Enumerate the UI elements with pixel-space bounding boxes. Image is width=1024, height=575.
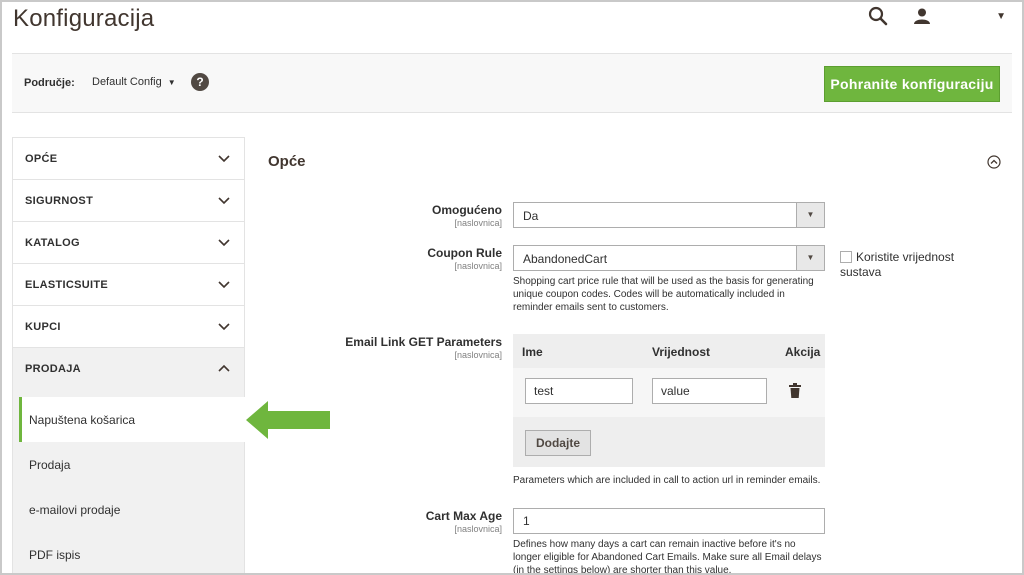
use-system-label: Koristite vrijednost sustava bbox=[840, 250, 955, 279]
param-name-input[interactable]: test bbox=[525, 378, 633, 404]
chevron-down-icon bbox=[218, 197, 230, 205]
use-system-value: Koristite vrijednost sustava bbox=[840, 250, 990, 280]
save-config-button[interactable]: Pohranite konfiguraciju bbox=[824, 66, 1000, 102]
scope-value: Default Config bbox=[92, 76, 162, 88]
sidebar-section-prodaja[interactable]: PRODAJA bbox=[12, 347, 245, 389]
sidebar-subgroup-prodaja: Napuštena košarica Prodaja e-mailovi pro… bbox=[12, 389, 246, 575]
sidebar-item-label: e-mailovi prodaje bbox=[29, 503, 121, 517]
sidebar-section-elasticsuite[interactable]: ELASTICSUITE bbox=[12, 263, 245, 305]
header-actions: ▼ bbox=[868, 6, 1006, 26]
sidebar-section-label: PRODAJA bbox=[25, 363, 81, 375]
config-sidebar: OPĆE SIGURNOST KATALOG ELASTICSUITE KUPC… bbox=[12, 137, 246, 575]
sidebar-section-katalog[interactable]: KATALOG bbox=[12, 221, 245, 263]
coupon-rule-select[interactable]: AbandonedCart ▼ bbox=[513, 245, 825, 271]
page-title: Konfiguracija bbox=[13, 5, 155, 32]
field-name: Coupon Rule bbox=[427, 246, 502, 260]
section-title: Opće bbox=[268, 153, 306, 170]
sidebar-section-kupci[interactable]: KUPCI bbox=[12, 305, 245, 347]
select-value: Da bbox=[523, 209, 539, 223]
scope-switcher[interactable]: Default Config ▼ bbox=[92, 76, 176, 88]
field-scope: [naslovnica] bbox=[454, 218, 502, 228]
coupon-rule-note: Shopping cart price rule that will be us… bbox=[513, 276, 814, 313]
field-name: Email Link GET Parameters bbox=[345, 335, 502, 349]
params-table: Ime Vrijednost Akcija test value Dodajte bbox=[513, 334, 825, 467]
sidebar-item-pdf-print[interactable]: PDF ispis bbox=[13, 532, 244, 575]
field-label-coupon-rule: Coupon Rule [naslovnica] bbox=[268, 246, 502, 271]
field-label-enabled: Omogućeno [naslovnica] bbox=[268, 203, 502, 228]
email-link-note: Parameters which are included in call to… bbox=[513, 475, 821, 486]
field-label-cart-max-age: Cart Max Age [naslovnica] bbox=[268, 509, 502, 534]
sidebar-section-label: SIGURNOST bbox=[25, 195, 94, 207]
sidebar-section-sigurnost[interactable]: SIGURNOST bbox=[12, 179, 245, 221]
param-value-input[interactable]: value bbox=[652, 378, 767, 404]
use-system-checkbox[interactable] bbox=[840, 251, 852, 263]
scope-bar: Područje: Default Config ▼ ? Pohranite k… bbox=[12, 53, 1012, 113]
sidebar-item-abandoned-cart[interactable]: Napuštena košarica bbox=[19, 397, 246, 442]
sidebar-item-label: PDF ispis bbox=[29, 548, 81, 562]
sidebar-item-sales-emails[interactable]: e-mailovi prodaje bbox=[13, 487, 244, 532]
sidebar-section-opce[interactable]: OPĆE bbox=[12, 137, 245, 179]
sidebar-item-sales[interactable]: Prodaja bbox=[13, 442, 244, 487]
column-header-value: Vrijednost bbox=[652, 345, 711, 359]
highlight-arrow-icon bbox=[246, 401, 330, 439]
user-icon bbox=[914, 8, 931, 24]
search-icon[interactable] bbox=[868, 6, 888, 26]
caret-down-icon: ▼ bbox=[796, 203, 824, 227]
field-name: Cart Max Age bbox=[425, 509, 502, 523]
sidebar-section-label: KATALOG bbox=[25, 237, 80, 249]
field-name: Omogućeno bbox=[431, 203, 502, 217]
sidebar-item-label: Napuštena košarica bbox=[29, 413, 136, 427]
field-scope: [naslovnica] bbox=[454, 350, 502, 360]
table-row: test value bbox=[513, 368, 825, 417]
add-param-button[interactable]: Dodajte bbox=[525, 430, 591, 456]
field-scope: [naslovnica] bbox=[454, 524, 502, 534]
account-menu[interactable]: ▼ bbox=[914, 8, 1006, 24]
caret-down-icon: ▼ bbox=[796, 246, 824, 270]
cart-max-age-input[interactable]: 1 bbox=[513, 508, 825, 534]
collapse-section-icon[interactable] bbox=[987, 155, 1001, 169]
chevron-up-icon bbox=[218, 364, 230, 372]
sidebar-section-label: OPĆE bbox=[25, 153, 58, 165]
field-label-email-link: Email Link GET Parameters [naslovnica] bbox=[268, 335, 502, 360]
column-header-action: Akcija bbox=[785, 345, 821, 359]
sidebar-item-label: Prodaja bbox=[29, 458, 71, 472]
scope-label: Područje: bbox=[24, 77, 75, 89]
chevron-down-icon bbox=[218, 323, 230, 331]
sidebar-section-label: KUPCI bbox=[25, 321, 61, 333]
column-header-name: Ime bbox=[522, 345, 543, 359]
caret-down-icon: ▼ bbox=[167, 77, 176, 87]
enabled-select[interactable]: Da ▼ bbox=[513, 202, 825, 228]
trash-icon[interactable] bbox=[789, 383, 801, 398]
chevron-down-icon bbox=[218, 281, 230, 289]
cart-max-age-note: Defines how many days a cart can remain … bbox=[513, 539, 822, 575]
sidebar-section-label: ELASTICSUITE bbox=[25, 279, 109, 291]
question-icon[interactable]: ? bbox=[191, 73, 209, 91]
field-scope: [naslovnica] bbox=[454, 261, 502, 271]
chevron-down-icon bbox=[218, 155, 230, 163]
select-value: AbandonedCart bbox=[523, 252, 608, 266]
caret-down-icon: ▼ bbox=[996, 10, 1006, 22]
chevron-down-icon bbox=[218, 239, 230, 247]
